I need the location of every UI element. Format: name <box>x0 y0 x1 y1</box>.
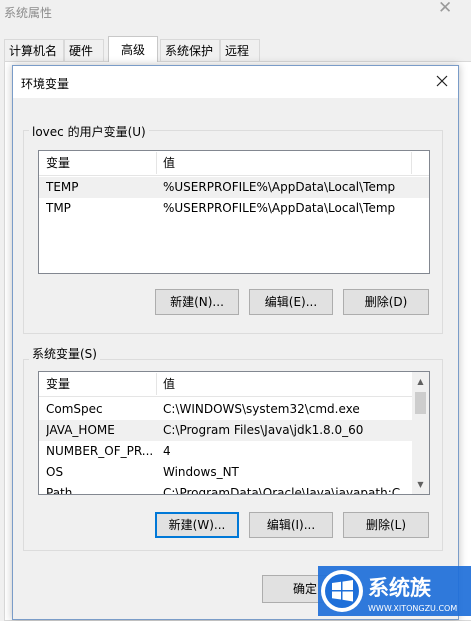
tab-system-protection[interactable]: 系统保护 <box>160 39 220 61</box>
column-header-value[interactable]: 值 <box>163 151 175 175</box>
system-edit-button[interactable]: 编辑(I)... <box>249 512 333 538</box>
system-variables-list[interactable]: 变量 值 ComSpec C:\WINDOWS\system32\cmd.exe… <box>38 371 430 495</box>
list-item[interactable]: JAVA_HOME C:\Program Files\Java\jdk1.8.0… <box>39 420 412 441</box>
variable-value: C:\Program Files\Java\jdk1.8.0_60 <box>163 423 364 437</box>
column-header-variable[interactable]: 变量 <box>46 151 70 175</box>
column-separator[interactable] <box>411 152 412 174</box>
variable-value: Windows_NT <box>163 465 239 479</box>
list-item[interactable]: OS Windows_NT <box>39 462 412 483</box>
variable-name: ComSpec <box>46 402 103 416</box>
column-header-value[interactable]: 值 <box>163 372 175 396</box>
user-variables-list[interactable]: 变量 值 TEMP %USERPROFILE%\AppData\Local\Te… <box>38 150 430 274</box>
variable-name: NUMBER_OF_PR... <box>46 444 154 458</box>
list-item[interactable]: NUMBER_OF_PR... 4 <box>39 441 412 462</box>
tab-computer-name[interactable]: 计算机名 <box>4 39 64 61</box>
tab-label: 高级 <box>120 43 145 57</box>
list-item[interactable]: ComSpec C:\WINDOWS\system32\cmd.exe <box>39 399 412 420</box>
environment-variables-dialog: 环境变量 lovec 的用户变量(U) 变量 值 TEMP %USERPROFI… <box>12 65 459 620</box>
watermark-logo: 系统族 WWW.XITONGZU.COM <box>318 566 471 616</box>
variable-value: %USERPROFILE%\AppData\Local\Temp <box>163 201 396 215</box>
vertical-scrollbar[interactable]: ▲ ▼ <box>412 372 429 494</box>
user-variables-group-label: lovec 的用户变量(U) <box>29 123 149 140</box>
tab-label: 计算机名 <box>9 44 58 58</box>
dialog-titlebar <box>13 66 458 98</box>
list-header: 变量 值 <box>39 372 429 397</box>
variable-name: TEMP <box>46 180 79 194</box>
list-item[interactable]: Path C:\ProgramData\Oracle\Java\javapath… <box>39 483 412 495</box>
close-icon[interactable] <box>431 70 453 92</box>
list-header: 变量 值 <box>39 151 429 176</box>
variable-value: %USERPROFILE%\AppData\Local\Temp <box>163 180 396 194</box>
tab-remote[interactable]: 远程 <box>220 39 260 61</box>
tab-label: 硬件 <box>69 44 94 58</box>
column-header-variable[interactable]: 变量 <box>46 372 70 396</box>
system-new-button[interactable]: 新建(W)... <box>155 512 239 538</box>
variable-value: C:\WINDOWS\system32\cmd.exe <box>163 402 360 416</box>
tab-label: 远程 <box>225 44 250 58</box>
variable-value: 4 <box>163 444 171 458</box>
scroll-up-arrow-icon[interactable]: ▲ <box>412 373 429 390</box>
variable-name: TMP <box>46 201 71 215</box>
background-window-title: 系统属性 <box>4 6 53 20</box>
variable-value: C:\ProgramData\Oracle\Java\javapath;C <box>163 486 401 495</box>
user-delete-button[interactable]: 删除(D) <box>343 289 429 315</box>
scrollbar-thumb[interactable] <box>415 392 426 414</box>
column-separator[interactable] <box>156 152 157 174</box>
tab-hardware[interactable]: 硬件 <box>64 39 104 61</box>
scroll-down-arrow-icon[interactable]: ▼ <box>412 476 429 493</box>
watermark-url: WWW.XITONGZU.COM <box>368 604 457 613</box>
variable-name: JAVA_HOME <box>46 423 115 437</box>
tab-advanced[interactable]: 高级 <box>108 36 158 62</box>
tab-label: 系统保护 <box>165 44 214 58</box>
column-separator[interactable] <box>156 373 157 395</box>
variable-name: OS <box>46 465 64 479</box>
list-item[interactable]: TMP %USERPROFILE%\AppData\Local\Temp <box>39 198 429 219</box>
background-window-close-icon[interactable]: ✕ <box>438 0 452 18</box>
dialog-title: 环境变量 <box>21 77 70 91</box>
system-variables-group-label: 系统变量(S) <box>29 345 100 362</box>
variable-name: Path <box>46 486 73 495</box>
system-delete-button[interactable]: 删除(L) <box>343 512 429 538</box>
ok-button-label: 确定 <box>292 582 317 596</box>
list-item[interactable]: TEMP %USERPROFILE%\AppData\Local\Temp <box>39 177 429 198</box>
user-new-button[interactable]: 新建(N)... <box>155 289 239 315</box>
watermark-brand: 系统族 <box>368 576 432 600</box>
user-edit-button[interactable]: 编辑(E)... <box>249 289 333 315</box>
